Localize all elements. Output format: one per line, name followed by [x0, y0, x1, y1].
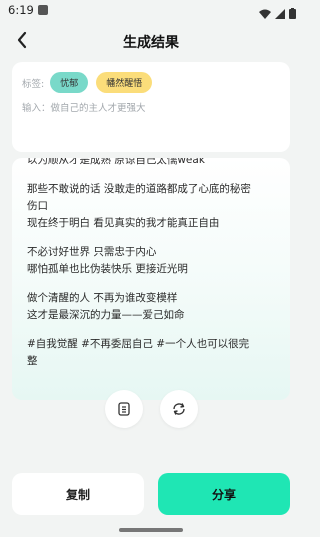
- result-line: 不必讨好世界 只需忠于内心: [27, 246, 157, 258]
- status-icons: [259, 4, 296, 23]
- tag-label: 标签:: [22, 78, 45, 90]
- result-card[interactable]: 以为顺从才是成熟 原谅自己太懦weak 那些不敢说的话 没敢走的道路都成了心底的秘…: [12, 158, 290, 400]
- share-button[interactable]: 分享: [158, 473, 290, 515]
- result-line: 做个清醒的人 不再为谁改变模样: [27, 292, 178, 304]
- copy-button[interactable]: 复制: [12, 473, 144, 515]
- result-line: 以为顺从才是成熟 原谅自己太懦weak: [27, 158, 205, 166]
- battery-icon: [289, 4, 296, 23]
- document-icon: [118, 402, 130, 416]
- status-bar: 6:19: [0, 0, 302, 20]
- signal-icon: [275, 4, 285, 23]
- header: 生成结果: [0, 26, 302, 56]
- status-time: 6:19: [8, 3, 34, 17]
- tag-chip: 忧郁: [50, 72, 89, 93]
- result-line: 现在终于明白 看见真实的我才能真正自由: [27, 217, 220, 229]
- wifi-icon: [259, 4, 271, 23]
- result-line: #自我觉醒 #不再委屈自己 #一个人也可以很完: [27, 338, 250, 350]
- refresh-icon: [173, 403, 185, 415]
- result-line: 伤口: [27, 200, 48, 212]
- result-line: 哪怕孤单也比伪装快乐 更接近光明: [27, 263, 188, 275]
- document-button[interactable]: [105, 390, 143, 428]
- tag-chip: 幡然醒悟: [96, 72, 153, 93]
- notification-icon: [38, 5, 48, 15]
- result-line: 那些不敢说的话 没敢走的道路都成了心底的秘密: [27, 183, 251, 195]
- home-indicator[interactable]: [119, 528, 183, 532]
- tag-row: 标签: 忧郁 幡然醒悟: [22, 72, 160, 93]
- result-line: 整: [27, 355, 38, 367]
- page-title: 生成结果: [123, 35, 179, 51]
- result-text: 以为顺从才是成熟 原谅自己太懦weak 那些不敢说的话 没敢走的道路都成了心底的秘…: [27, 158, 280, 400]
- input-text: 输入：做自己的主人才更强大: [22, 103, 146, 114]
- info-card: 标签: 忧郁 幡然醒悟 输入：做自己的主人才更强大: [12, 62, 290, 152]
- regenerate-button[interactable]: [160, 390, 198, 428]
- result-line: 这才是最深沉的力量——爱己如命: [27, 309, 185, 321]
